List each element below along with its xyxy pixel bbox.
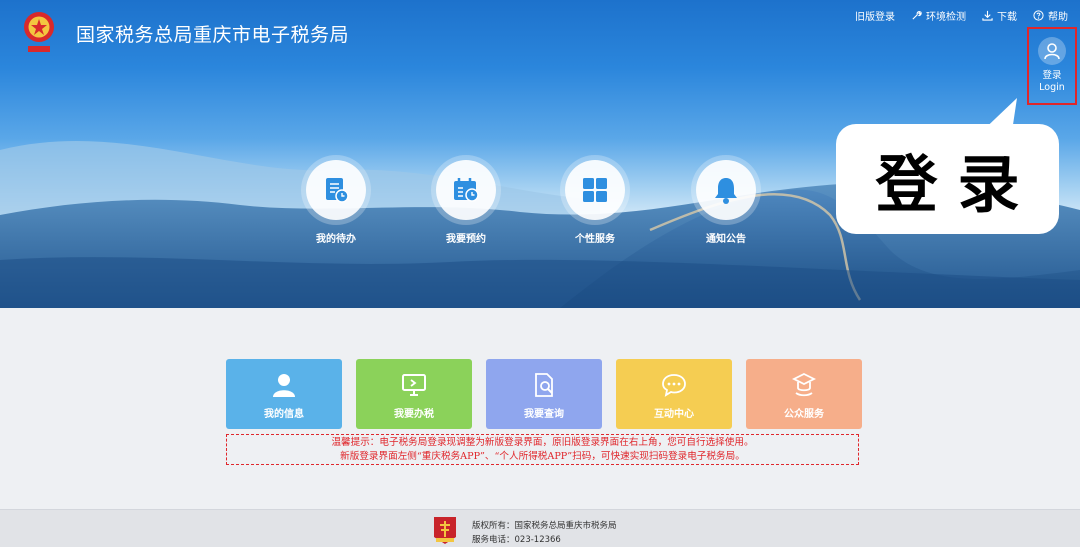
login-button[interactable]: 登录 Login — [1027, 27, 1077, 105]
environment-check-label: 环境检测 — [926, 12, 966, 23]
old-login-label: 旧版登录 — [855, 12, 895, 23]
download-icon — [982, 10, 993, 21]
document-search-icon — [535, 373, 553, 397]
wrench-icon — [912, 11, 922, 20]
download-label: 下载 — [997, 12, 1017, 23]
hero-notice[interactable]: 通知公告 — [686, 160, 766, 245]
service-cards: 我的信息 我要办税 我要查询 互动中心 公众服务 — [226, 359, 862, 429]
card-public-service-label: 公众服务 — [784, 409, 824, 420]
hero-todo[interactable]: 我的待办 — [296, 160, 376, 245]
card-my-info[interactable]: 我的信息 — [226, 359, 342, 429]
person-icon — [273, 374, 295, 397]
card-interaction[interactable]: 互动中心 — [616, 359, 732, 429]
hero-notice-label: 通知公告 — [706, 234, 746, 245]
card-my-info-label: 我的信息 — [264, 409, 304, 420]
hero-appointment[interactable]: 我要预约 — [426, 160, 506, 245]
footer: 版权所有：国家税务总局重庆市税务局 服务电话：023-12366 — [0, 509, 1080, 547]
help-label: 帮助 — [1048, 12, 1068, 23]
todo-icon — [306, 160, 366, 220]
tax-bureau-emblem-icon — [24, 12, 54, 52]
download-link[interactable]: 下载 — [982, 8, 1017, 23]
service-icon — [791, 372, 817, 397]
footer-info: 版权所有：国家税务总局重庆市税务局 服务电话：023-12366 — [472, 519, 617, 547]
monitor-icon — [402, 374, 426, 396]
hero-todo-label: 我的待办 — [316, 234, 356, 245]
card-interaction-label: 互动中心 — [654, 409, 694, 420]
help-link[interactable]: 帮助 — [1033, 8, 1068, 23]
notice-line-2: 新版登录界面左侧“重庆税务APP”、“个人所得税APP”扫码，可快速实现扫码登录… — [340, 450, 745, 462]
login-label-en: Login — [1039, 82, 1065, 93]
card-public-service[interactable]: 公众服务 — [746, 359, 862, 429]
environment-check-link[interactable]: 环境检测 — [911, 8, 966, 23]
hero-appointment-label: 我要预约 — [446, 234, 486, 245]
hero-banner: 国家税务总局重庆市电子税务局 旧版登录 环境检测 下载 帮助 登录 Login … — [0, 0, 1080, 308]
notice-line-1: 温馨提示：电子税务局登录现调整为新版登录界面，原旧版登录界面在右上角，您可自行选… — [331, 437, 754, 448]
site-title: 国家税务总局重庆市电子税务局 — [76, 24, 350, 46]
card-query-label: 我要查询 — [524, 409, 564, 420]
user-avatar-icon — [1038, 37, 1066, 65]
copyright-text: 版权所有：国家税务总局重庆市税务局 — [472, 521, 617, 531]
login-callout: 登录 — [838, 126, 1057, 232]
card-query[interactable]: 我要查询 — [486, 359, 602, 429]
card-tax-handling[interactable]: 我要办税 — [356, 359, 472, 429]
top-nav: 旧版登录 环境检测 下载 帮助 — [855, 8, 1068, 23]
notice-box: 温馨提示：电子税务局登录现调整为新版登录界面，原旧版登录界面在右上角，您可自行选… — [226, 434, 859, 465]
old-login-link[interactable]: 旧版登录 — [855, 8, 895, 23]
calendar-icon — [436, 160, 496, 220]
service-phone-text: 服务电话：023-12366 — [472, 535, 561, 545]
grid-icon — [565, 160, 625, 220]
help-icon — [1033, 10, 1044, 21]
card-tax-handling-label: 我要办税 — [394, 409, 434, 420]
chat-icon — [662, 374, 686, 397]
bell-icon — [696, 160, 756, 220]
login-label-cn: 登录 — [1042, 70, 1062, 81]
hero-personal-service[interactable]: 个性服务 — [555, 160, 635, 245]
tax-emblem-icon — [434, 517, 456, 544]
callout-text: 登录 — [875, 148, 1040, 221]
hero-personal-service-label: 个性服务 — [575, 234, 615, 245]
